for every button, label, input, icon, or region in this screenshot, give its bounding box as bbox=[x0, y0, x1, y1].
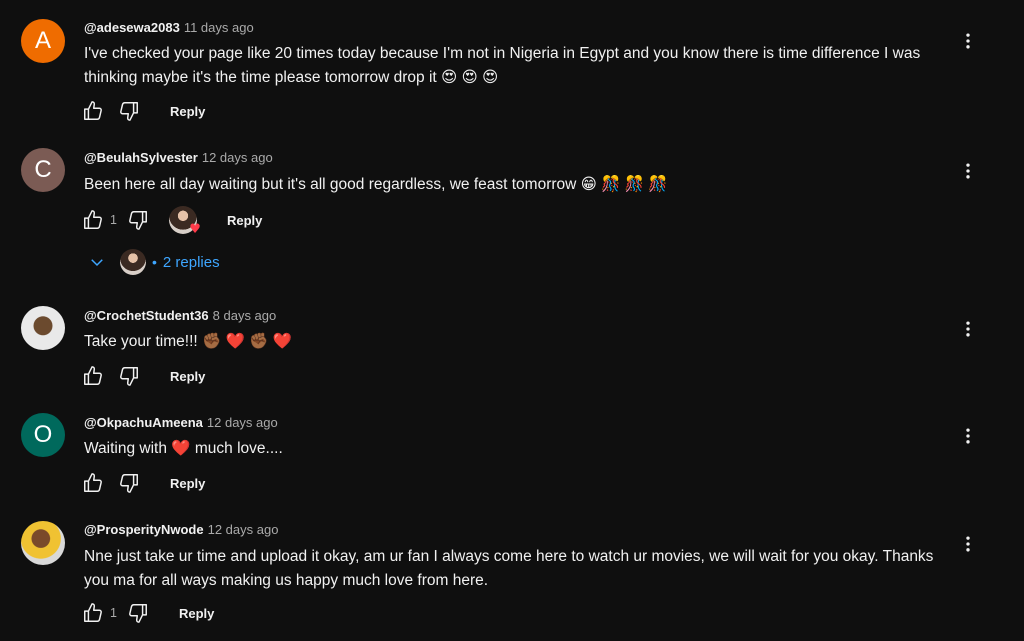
chevron-down-icon bbox=[91, 259, 103, 267]
thumb-down-icon[interactable] bbox=[125, 600, 151, 626]
comment-time[interactable]: 12 days ago bbox=[208, 522, 279, 537]
reply-button[interactable]: Reply bbox=[170, 369, 205, 384]
creator-heart-icon: ♥ bbox=[168, 206, 201, 237]
comment-actions: Reply bbox=[80, 363, 205, 389]
comment-text: I've checked your page like 20 times tod… bbox=[84, 45, 921, 86]
comment-actions: Reply bbox=[80, 98, 205, 124]
avatar[interactable]: A bbox=[21, 19, 65, 63]
comment-header: @adesewa2083 11 days ago bbox=[84, 20, 254, 35]
comment-actions: Reply bbox=[80, 470, 205, 496]
comment-time[interactable]: 11 days ago bbox=[184, 20, 254, 35]
comment-header: @ProsperityNwode 12 days ago bbox=[84, 522, 278, 537]
like-count: 1 bbox=[110, 606, 117, 620]
comment-author[interactable]: @OkpachuAmeena bbox=[84, 415, 203, 430]
comment-text: Nne just take ur time and upload it okay… bbox=[84, 548, 934, 589]
comment-text: Been here all day waiting but it's all g… bbox=[84, 176, 668, 193]
thumb-down-icon[interactable] bbox=[116, 363, 142, 389]
reply-button[interactable]: Reply bbox=[170, 476, 205, 491]
more-vert-icon[interactable] bbox=[956, 317, 980, 341]
heart-icon: ♥ bbox=[189, 222, 201, 237]
comment-text: Take your time!!! ✊🏾 ❤️ ✊🏾 ❤️ bbox=[84, 333, 293, 350]
comment-header: @CrochetStudent36 8 days ago bbox=[84, 308, 276, 323]
avatar-letter: A bbox=[34, 27, 51, 54]
separator-dot: • bbox=[152, 254, 157, 270]
thumb-up-icon[interactable] bbox=[80, 470, 106, 496]
view-replies-button[interactable]: • 2 replies bbox=[88, 248, 220, 276]
avatar[interactable] bbox=[21, 521, 65, 565]
comment-author[interactable]: @adesewa2083 bbox=[84, 20, 180, 35]
avatar[interactable] bbox=[21, 306, 65, 350]
thumb-down-icon[interactable] bbox=[116, 470, 142, 496]
thumb-up-icon[interactable] bbox=[80, 600, 106, 626]
comment-header: @OkpachuAmeena 12 days ago bbox=[84, 415, 278, 430]
comment-author[interactable]: @CrochetStudent36 bbox=[84, 308, 209, 323]
comment-header: @BeulahSylvester 12 days ago bbox=[84, 150, 273, 165]
like-count: 1 bbox=[110, 213, 117, 227]
avatar-letter: O bbox=[33, 421, 53, 448]
comment-actions: 1 Reply bbox=[80, 600, 214, 626]
avatar[interactable]: O bbox=[21, 413, 65, 457]
thumb-down-icon[interactable] bbox=[116, 98, 142, 124]
avatar[interactable]: C bbox=[21, 148, 65, 192]
comment-author[interactable]: @ProsperityNwode bbox=[84, 522, 204, 537]
more-vert-icon[interactable] bbox=[956, 159, 980, 183]
thumb-up-icon[interactable] bbox=[80, 207, 106, 233]
reply-button[interactable]: Reply bbox=[170, 104, 205, 119]
more-vert-icon[interactable] bbox=[956, 532, 980, 556]
avatar-letter: C bbox=[34, 156, 52, 183]
thumb-up-icon[interactable] bbox=[80, 363, 106, 389]
comment-author[interactable]: @BeulahSylvester bbox=[84, 150, 198, 165]
reply-button[interactable]: Reply bbox=[179, 606, 214, 621]
comment-text: Waiting with ❤️ much love.... bbox=[84, 440, 283, 457]
comment-actions: 1 ♥ Reply bbox=[80, 206, 262, 237]
comment-time[interactable]: 8 days ago bbox=[213, 308, 277, 323]
thumb-down-icon[interactable] bbox=[125, 207, 151, 233]
more-vert-icon[interactable] bbox=[956, 29, 980, 53]
replies-count: 2 replies bbox=[162, 253, 220, 271]
reply-button[interactable]: Reply bbox=[227, 213, 262, 228]
comment-time[interactable]: 12 days ago bbox=[202, 150, 273, 165]
thumb-up-icon[interactable] bbox=[80, 98, 106, 124]
more-vert-icon[interactable] bbox=[956, 424, 980, 448]
comment-time[interactable]: 12 days ago bbox=[207, 415, 278, 430]
creator-avatar bbox=[120, 249, 146, 275]
